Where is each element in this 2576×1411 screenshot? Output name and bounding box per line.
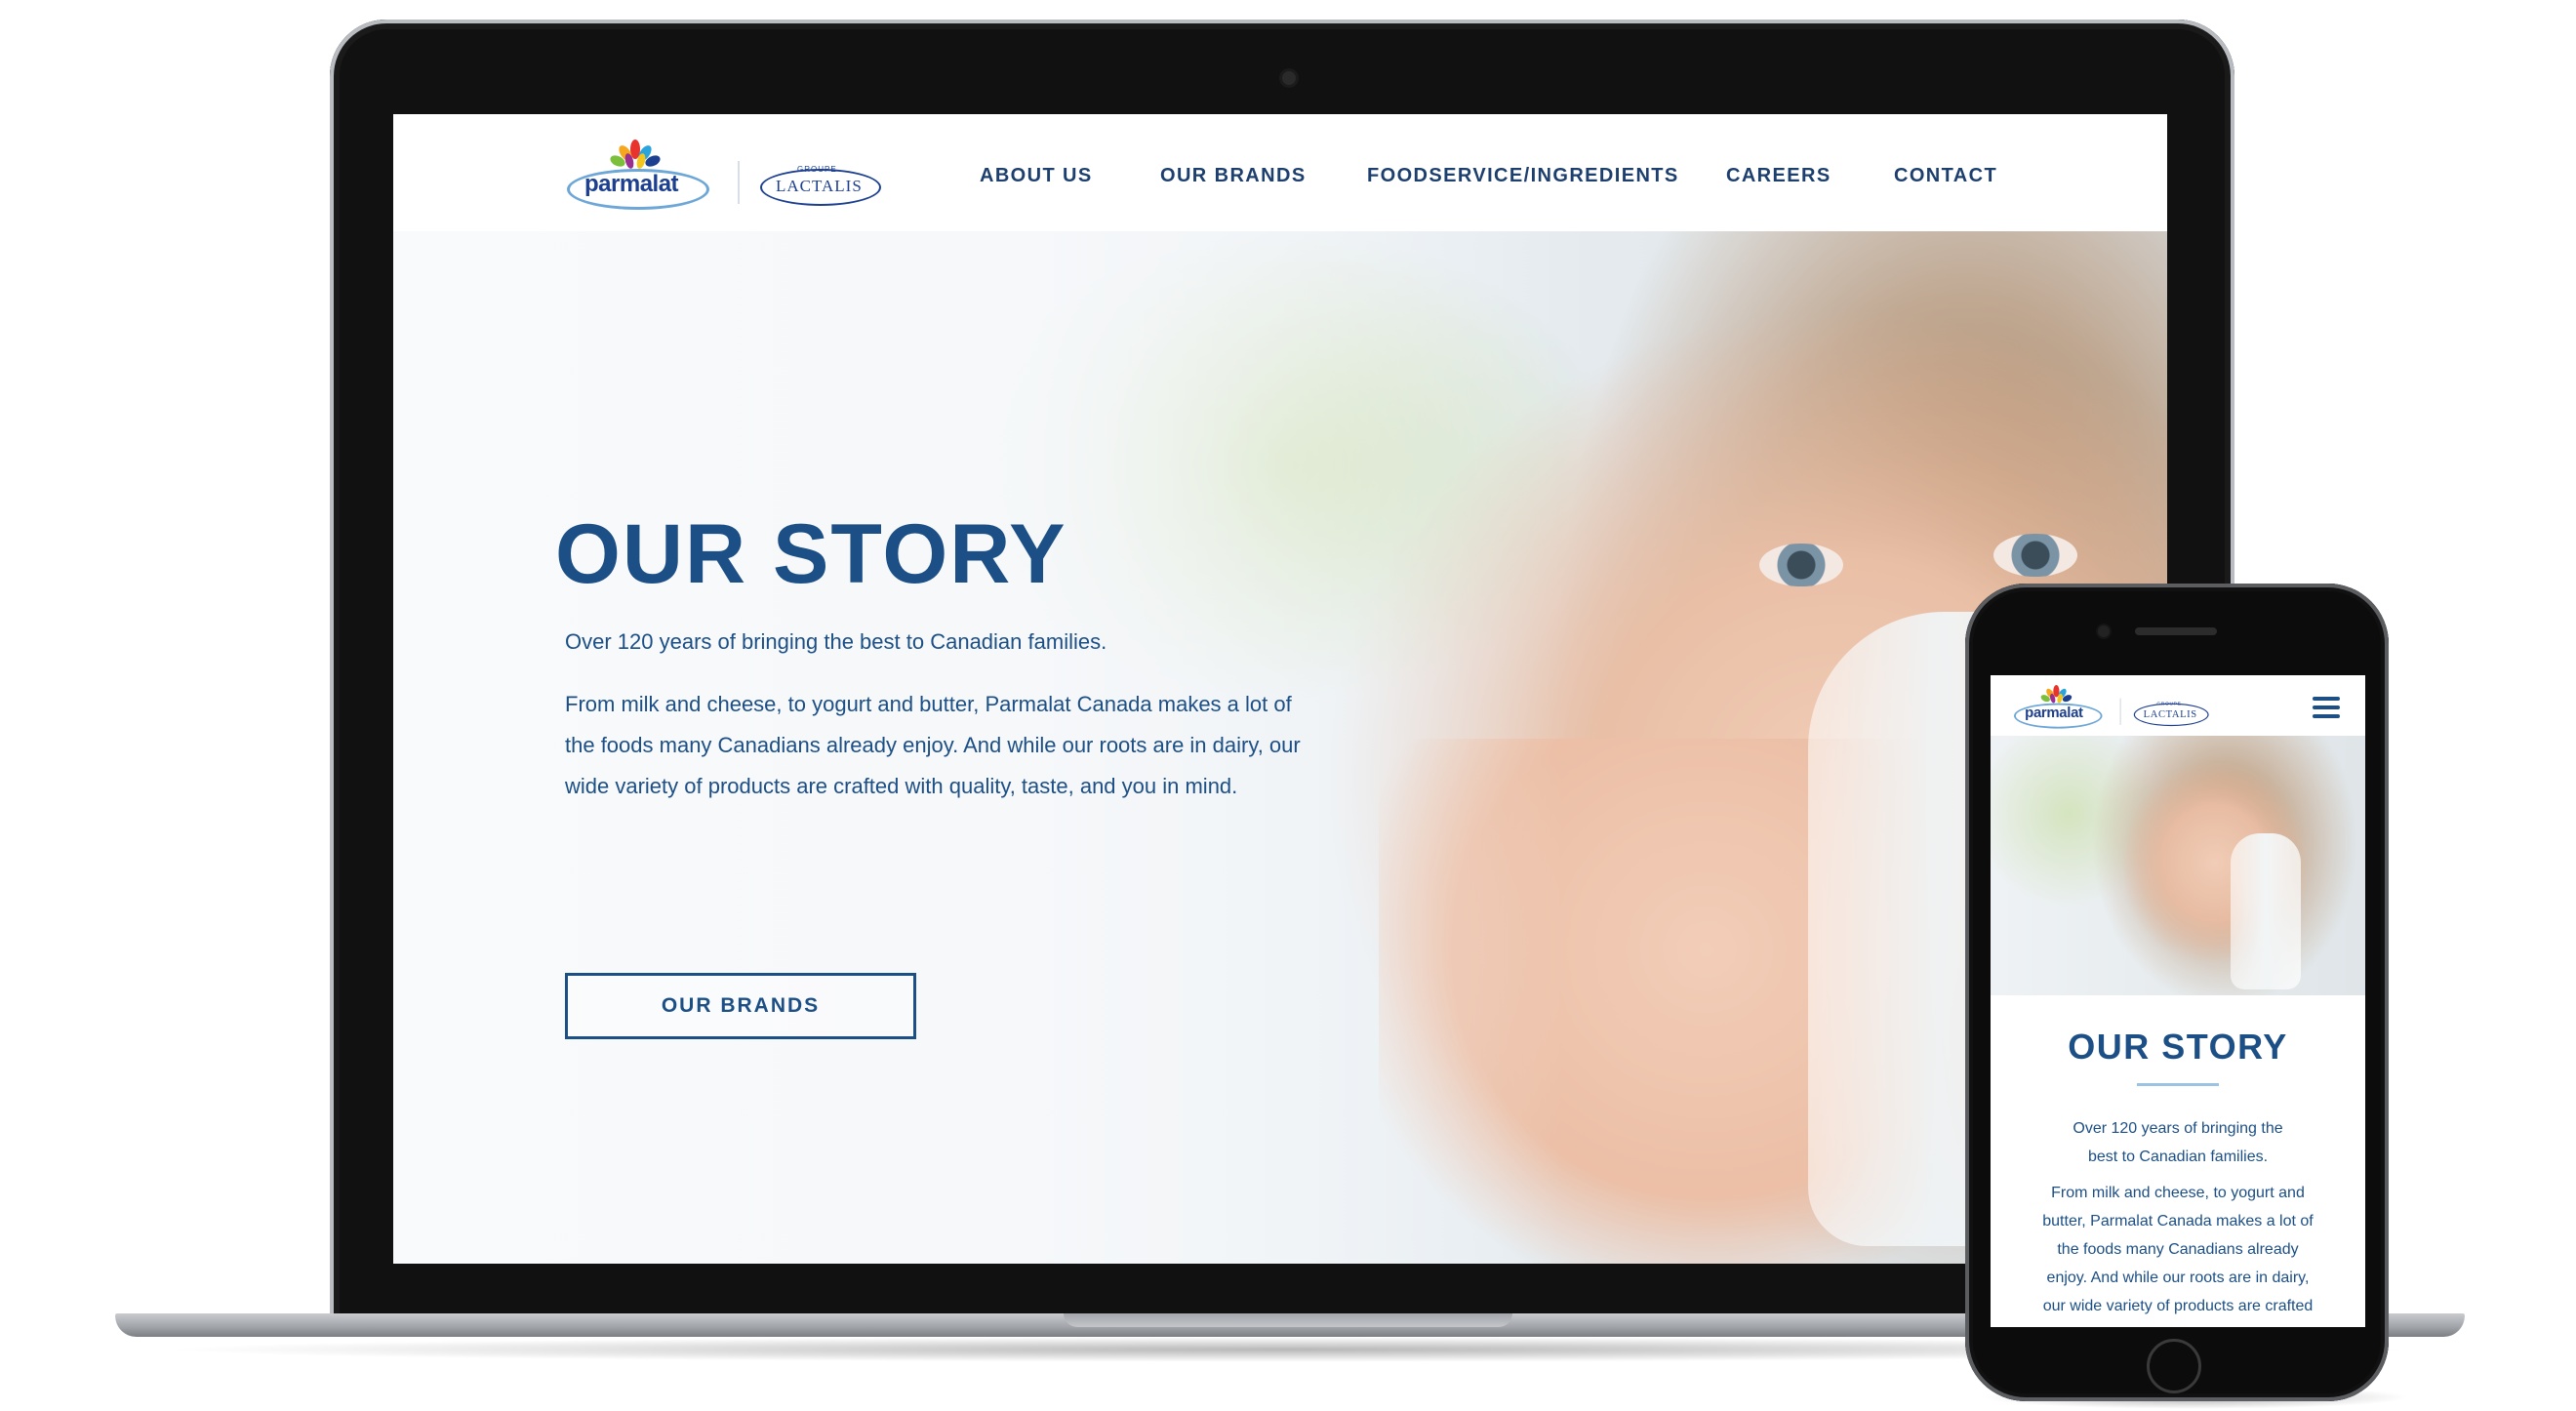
mobile-website: parmalat GROUPE LACTALIS OUR STORY Over … xyxy=(1991,675,2365,1327)
mobile-body-line: the foods many Canadians already xyxy=(2057,1241,2299,1258)
mobile-body-line: enjoy. And while our roots are in dairy, xyxy=(2046,1270,2310,1286)
hero-subtitle: Over 120 years of bringing the best to C… xyxy=(565,629,1107,654)
mobile-hero-title: OUR STORY xyxy=(2068,1027,2288,1067)
hero-body: From milk and cheese, to yogurt and butt… xyxy=(565,684,1385,807)
hamburger-menu-icon[interactable] xyxy=(2313,697,2340,718)
logo-divider xyxy=(738,161,740,204)
hero-section: OUR STORY Over 120 years of bringing the… xyxy=(393,231,2167,1264)
mobile-hero-photo xyxy=(1991,736,2365,995)
nav-about-us[interactable]: ABOUT US xyxy=(980,165,1093,187)
mobile-hero-milk-glass xyxy=(2231,833,2301,989)
hero-body-line: the foods many Canadians already enjoy. … xyxy=(565,733,1301,757)
laptop-notch xyxy=(1064,1313,1512,1327)
lactalis-wordmark: LACTALIS xyxy=(776,177,863,195)
hero-body-line: wide variety of products are crafted wit… xyxy=(565,774,1238,798)
nav-contact[interactable]: CONTACT xyxy=(1894,165,1997,187)
mobile-subtitle-line: best to Canadian families. xyxy=(2087,1149,2269,1165)
mobile-hero-subtitle: Over 120 years of bringing the best to C… xyxy=(2014,1114,2342,1171)
mobile-subtitle-line: Over 120 years of bringing the xyxy=(2073,1120,2283,1137)
phone-speaker xyxy=(2135,627,2217,635)
mobile-body-line: From milk and cheese, to yogurt and xyxy=(2051,1185,2305,1201)
parmalat-wordmark: parmalat xyxy=(584,171,679,197)
mobile-header: parmalat GROUPE LACTALIS xyxy=(1991,675,2365,736)
our-brands-button[interactable]: OUR BRANDS xyxy=(565,973,916,1039)
phone-camera xyxy=(2098,625,2110,637)
phone-home-button[interactable] xyxy=(2147,1339,2201,1393)
mobile-body-line: our wide variety of products are crafted xyxy=(2042,1298,2314,1314)
brand-logo[interactable]: parmalat GROUPE LACTALIS xyxy=(567,140,881,210)
hero-photo-eye xyxy=(1993,534,2077,577)
hero-body-line: From milk and cheese, to yogurt and butt… xyxy=(565,692,1292,716)
logo-divider xyxy=(2119,698,2121,725)
lactalis-groupe-text: GROUPE xyxy=(797,165,837,174)
site-header: parmalat GROUPE LACTALIS ABOUT US OUR BR… xyxy=(393,114,2167,231)
hero-photo-eye xyxy=(1759,544,1843,586)
hero-title: OUR STORY xyxy=(555,507,1067,601)
nav-careers[interactable]: CAREERS xyxy=(1726,165,1831,187)
parmalat-wordmark: parmalat xyxy=(2025,704,2083,721)
lactalis-groupe-text: GROUPE xyxy=(2156,701,2182,706)
lactalis-wordmark: LACTALIS xyxy=(2143,707,2197,720)
laptop-camera xyxy=(1282,71,1296,85)
mobile-title-underline xyxy=(2137,1083,2219,1086)
mobile-hero-body: From milk and cheese, to yogurt and butt… xyxy=(2014,1179,2342,1320)
mobile-body-line: butter, Parmalat Canada makes a lot of xyxy=(2042,1213,2314,1230)
nav-foodservice-ingredients[interactable]: FOODSERVICE/INGREDIENTS xyxy=(1367,165,1679,187)
nav-our-brands[interactable]: OUR BRANDS xyxy=(1160,165,1307,187)
mobile-brand-logo[interactable]: parmalat GROUPE LACTALIS xyxy=(2014,685,2209,729)
desktop-website: parmalat GROUPE LACTALIS ABOUT US OUR BR… xyxy=(393,114,2167,1264)
